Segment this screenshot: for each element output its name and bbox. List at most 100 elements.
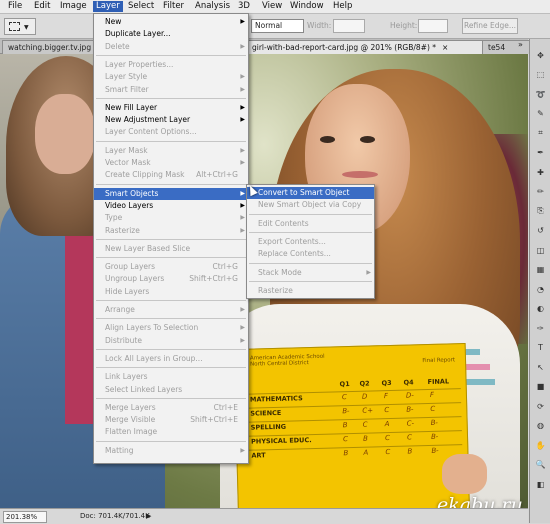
menu-help[interactable]: Help bbox=[330, 1, 355, 12]
card-grade: B bbox=[407, 447, 413, 456]
menu-item-group-layers[interactable]: Group Layers Ctrl+G bbox=[94, 261, 248, 273]
menu-item-layer-mask[interactable]: Layer Mask ▶ bbox=[94, 145, 248, 157]
pen-icon[interactable]: ✑ bbox=[534, 322, 547, 334]
card-grade: D bbox=[361, 392, 368, 401]
submenu-arrow-icon: ▶ bbox=[240, 103, 245, 111]
marquee-icon[interactable]: ⬚ bbox=[534, 69, 547, 81]
menu-select[interactable]: Select bbox=[125, 1, 157, 12]
path-select-icon[interactable]: ↖ bbox=[534, 361, 547, 373]
menu-item-delete[interactable]: Delete ▶ bbox=[94, 41, 248, 53]
menu-item-vector-mask[interactable]: Vector Mask ▶ bbox=[94, 157, 248, 169]
menu-shortcut: Shift+Ctrl+G bbox=[189, 274, 238, 284]
submenu-arrow-icon: ▶ bbox=[240, 446, 245, 454]
menu-item-new-fill-layer[interactable]: New Fill Layer ▶ bbox=[94, 102, 248, 114]
menu-item-smart-filter[interactable]: Smart Filter ▶ bbox=[94, 84, 248, 96]
3d-orbit-icon[interactable]: ◍ bbox=[534, 420, 547, 432]
gradient-icon[interactable]: ▦ bbox=[534, 264, 547, 276]
menu-item-convert-to-smart-object[interactable]: Convert to Smart Object bbox=[247, 187, 374, 199]
healing-icon[interactable]: ✚ bbox=[534, 166, 547, 178]
menu-item-merge-layers[interactable]: Merge Layers Ctrl+E bbox=[94, 402, 248, 414]
submenu-arrow-icon: ▶ bbox=[240, 85, 245, 93]
menu-view[interactable]: View bbox=[259, 1, 285, 12]
menu-item-layer-style[interactable]: Layer Style ▶ bbox=[94, 71, 248, 83]
quick-select-icon[interactable]: ✎ bbox=[534, 108, 547, 120]
shape-icon[interactable]: ■ bbox=[534, 381, 547, 393]
3d-rotate-icon[interactable]: ⟳ bbox=[534, 400, 547, 412]
tab-overflow-icon[interactable]: » bbox=[518, 40, 523, 49]
zoom-field[interactable]: 201.38% bbox=[3, 511, 47, 523]
menu-item-type[interactable]: Type ▶ bbox=[94, 212, 248, 224]
zoom-icon[interactable]: 🔍 bbox=[534, 459, 547, 471]
menu-filter[interactable]: Filter bbox=[160, 1, 187, 12]
menu-item-link-layers[interactable]: Link Layers bbox=[94, 371, 248, 383]
menu-item-edit-contents[interactable]: Edit Contents bbox=[247, 218, 374, 230]
menu-item-new[interactable]: New ▶ bbox=[94, 16, 248, 28]
stamp-icon[interactable]: ⎘ bbox=[534, 205, 547, 217]
blur-icon[interactable]: ◔ bbox=[534, 283, 547, 295]
menu-item-select-linked-layers[interactable]: Select Linked Layers bbox=[94, 384, 248, 396]
close-tab-icon[interactable]: × bbox=[442, 43, 448, 52]
height-field[interactable] bbox=[418, 19, 448, 33]
menu-3d[interactable]: 3D bbox=[235, 1, 253, 12]
menu-item-label: New Layer Based Slice bbox=[105, 243, 191, 253]
width-field[interactable] bbox=[333, 19, 365, 33]
menu-item-new-adjustment-layer[interactable]: New Adjustment Layer ▶ bbox=[94, 114, 248, 126]
menu-item-ungroup-layers[interactable]: Ungroup Layers Shift+Ctrl+G bbox=[94, 273, 248, 285]
tool-preset-picker[interactable]: ▼ bbox=[4, 18, 36, 35]
doc-tab-label: girl-with-bad-report-card.jpg @ 201% (RG… bbox=[252, 43, 437, 52]
menu-item-export-contents[interactable]: Export Contents... bbox=[247, 236, 374, 248]
status-menu-arrow-icon[interactable]: ▶ bbox=[146, 512, 151, 520]
menu-item-layer-properties[interactable]: Layer Properties... bbox=[94, 59, 248, 71]
menu-window[interactable]: Window bbox=[287, 1, 327, 12]
menu-item-layer-content-options[interactable]: Layer Content Options... bbox=[94, 126, 248, 138]
menu-item-align-layers-to-selection[interactable]: Align Layers To Selection ▶ bbox=[94, 322, 248, 334]
menu-item-distribute[interactable]: Distribute ▶ bbox=[94, 335, 248, 347]
card-grade: C bbox=[362, 420, 368, 429]
menu-item-hide-layers[interactable]: Hide Layers bbox=[94, 286, 248, 298]
menu-item-smart-objects[interactable]: Smart Objects ▶ bbox=[94, 187, 248, 200]
menu-file[interactable]: File bbox=[5, 1, 25, 12]
menu-item-label: Edit Contents bbox=[258, 218, 309, 228]
brush-icon[interactable]: ✏ bbox=[534, 186, 547, 198]
eyedropper-icon[interactable]: ✒ bbox=[534, 147, 547, 159]
dodge-icon[interactable]: ◐ bbox=[534, 303, 547, 315]
menu-item-rasterize[interactable]: Rasterize bbox=[247, 285, 374, 297]
history-brush-icon[interactable]: ↺ bbox=[534, 225, 547, 237]
card-grade: F bbox=[383, 392, 389, 401]
menu-item-create-clipping-mask[interactable]: Create Clipping Mask Alt+Ctrl+G bbox=[94, 169, 248, 181]
menu-item-flatten-image[interactable]: Flatten Image bbox=[94, 426, 248, 438]
card-grade: B bbox=[342, 421, 348, 430]
menu-item-stack-mode[interactable]: Stack Mode ▶ bbox=[247, 267, 374, 279]
card-grade: C bbox=[342, 435, 349, 444]
menu-item-replace-contents[interactable]: Replace Contents... bbox=[247, 248, 374, 260]
menu-item-rasterize[interactable]: Rasterize ▶ bbox=[94, 225, 248, 237]
menu-layer[interactable]: Layer bbox=[93, 1, 123, 12]
crop-icon[interactable]: ⌗ bbox=[534, 127, 547, 139]
submenu-arrow-icon: ▶ bbox=[240, 306, 245, 313]
submenu-arrow-icon: ▶ bbox=[240, 116, 245, 124]
hand-icon[interactable]: ✋ bbox=[534, 439, 547, 451]
color-swatch-icon[interactable]: ◧ bbox=[534, 478, 547, 490]
move-icon[interactable]: ✥ bbox=[534, 49, 547, 61]
layer-menu: New ▶ Duplicate Layer... Delete ▶ Layer Prope… bbox=[93, 13, 249, 464]
menu-item-duplicate-layer[interactable]: Duplicate Layer... bbox=[94, 28, 248, 40]
menu-item-new-layer-based-slice[interactable]: New Layer Based Slice bbox=[94, 243, 248, 255]
menu-separator bbox=[96, 348, 246, 350]
eraser-icon[interactable]: ◫ bbox=[534, 244, 547, 256]
menu-item-new-smart-object-via-copy[interactable]: New Smart Object via Copy bbox=[247, 199, 374, 211]
doc-tab[interactable]: watching.bigger.tv.jpg bbox=[2, 40, 106, 54]
menu-item-arrange[interactable]: Arrange ▶ bbox=[94, 304, 248, 316]
menu-item-lock-all-layers-in-group[interactable]: Lock All Layers in Group... bbox=[94, 353, 248, 365]
menu-item-matting[interactable]: Matting ▶ bbox=[94, 445, 248, 457]
menu-edit[interactable]: Edit bbox=[31, 1, 53, 12]
menu-item-video-layers[interactable]: Video Layers ▶ bbox=[94, 200, 248, 212]
refine-edge-button[interactable]: Refine Edge... bbox=[462, 18, 518, 34]
doc-tab[interactable]: girl-with-bad-report-card.jpg @ 201% (RG… bbox=[246, 40, 492, 54]
type-icon[interactable]: T bbox=[534, 342, 547, 354]
menu-item-merge-visible[interactable]: Merge Visible Shift+Ctrl+E bbox=[94, 414, 248, 426]
menu-image[interactable]: Image bbox=[57, 1, 90, 12]
menu-item-label: Link Layers bbox=[105, 372, 148, 382]
menu-analysis[interactable]: Analysis bbox=[192, 1, 233, 12]
style-select[interactable]: Normal bbox=[251, 19, 304, 33]
lasso-icon[interactable]: ➰ bbox=[534, 88, 547, 100]
